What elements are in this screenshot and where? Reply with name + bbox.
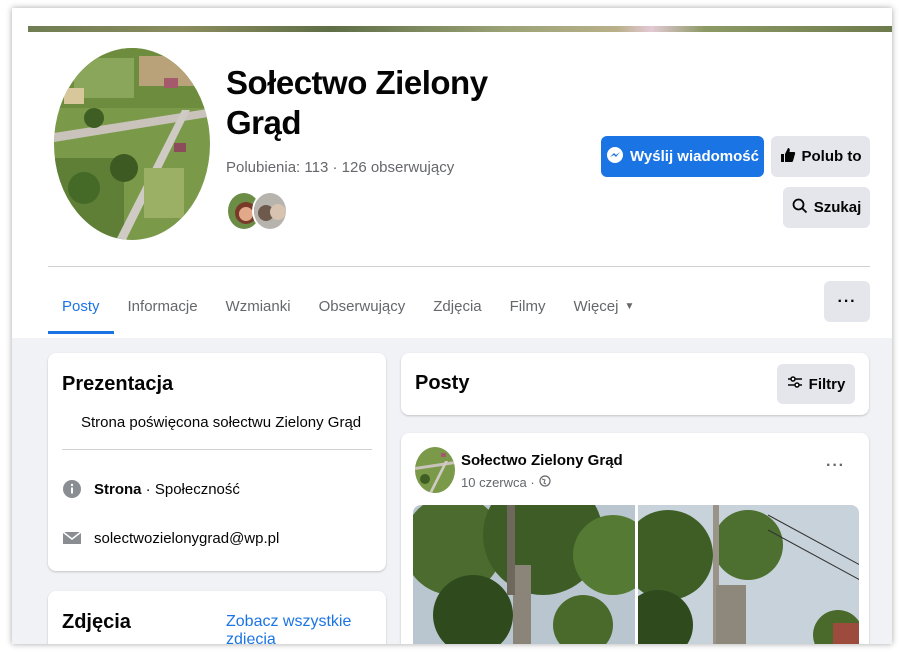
post-author-avatar[interactable] (415, 447, 455, 493)
follower-avatars[interactable] (226, 191, 296, 231)
photos-title: Zdjęcia (62, 611, 131, 633)
tab-obserwujacy[interactable]: Obserwujący (305, 278, 420, 334)
page-title: Sołectwo Zielony Grąd (226, 64, 488, 141)
search-label: Szukaj (813, 199, 862, 216)
follower-avatar[interactable] (252, 191, 288, 231)
tab-informacje[interactable]: Informacje (114, 278, 212, 334)
filters-label: Filtry (808, 375, 846, 393)
intro-description: Strona poświęcona sołectwu Zielony Grąd (81, 414, 362, 431)
category-name: · Społeczność (141, 480, 240, 498)
posts-title: Posty (415, 372, 470, 394)
like-page-button[interactable]: Polub to (771, 136, 870, 177)
intro-title: Prezentacja (62, 373, 174, 395)
globe-icon (539, 475, 551, 490)
envelope-icon (62, 528, 82, 548)
divider (48, 266, 870, 267)
tab-label: Zdjęcia (433, 297, 482, 315)
filters-button[interactable]: Filtry (777, 364, 855, 404)
post-photo[interactable] (413, 505, 635, 644)
category-type: Strona (94, 480, 142, 498)
tab-label: Informacje (127, 297, 198, 315)
tab-filmy[interactable]: Filmy (496, 278, 560, 334)
post-timestamp[interactable]: 10 czerwca · (461, 475, 551, 490)
tab-wzmianki[interactable]: Wzmianki (212, 278, 305, 334)
caret-down-icon: ▼ (624, 300, 635, 312)
like-label: Polub to (801, 148, 862, 165)
messenger-icon (606, 146, 624, 168)
page-tabs: Posty Informacje Wzmianki Obserwujący Zd… (48, 278, 648, 334)
post-card: Sołectwo Zielony Grąd 10 czerwca · ··· (401, 433, 869, 644)
photos-card: Zdjęcia Zobacz wszystkie zdjęcia (48, 591, 386, 644)
search-button[interactable]: Szukaj (783, 187, 870, 228)
tab-wiecej[interactable]: Więcej ▼ (559, 278, 648, 334)
post-options-button[interactable]: ··· (826, 457, 845, 475)
tab-label: Filmy (509, 297, 546, 315)
tab-label: Wzmianki (225, 297, 291, 315)
post-photo-grid (413, 505, 859, 644)
send-message-label: Wyślij wiadomość (630, 148, 759, 165)
tab-label: Posty (62, 297, 100, 315)
thumbs-up-icon (780, 147, 796, 167)
filters-icon (787, 375, 803, 393)
browser-window: Sołectwo Zielony Grąd Polubienia: 113 · … (12, 8, 892, 644)
page-stats[interactable]: Polubienia: 113 · 126 obserwujący (226, 159, 454, 176)
post-author-name[interactable]: Sołectwo Zielony Grąd (461, 452, 623, 469)
posts-header-card: Posty Filtry (401, 353, 869, 415)
more-options-button[interactable]: ··· (824, 281, 870, 322)
profile-avatar[interactable] (52, 46, 212, 242)
category-row: Strona · Społeczność (62, 479, 240, 499)
tab-posty[interactable]: Posty (48, 278, 114, 334)
post-photo[interactable] (637, 505, 859, 644)
tab-zdjecia[interactable]: Zdjęcia (419, 278, 495, 334)
tab-label: Obserwujący (318, 297, 406, 315)
info-icon (62, 479, 82, 499)
email-address[interactable]: solectwozielonygrad@wp.pl (94, 530, 279, 547)
send-message-button[interactable]: Wyślij wiadomość (601, 136, 764, 177)
cover-photo[interactable] (28, 26, 892, 32)
search-icon (792, 198, 808, 218)
email-row[interactable]: solectwozielonygrad@wp.pl (62, 528, 279, 548)
tab-label: Więcej (573, 297, 619, 315)
post-date-text: 10 czerwca · (461, 475, 535, 490)
divider (62, 449, 372, 450)
see-all-photos-link[interactable]: Zobacz wszystkie zdjęcia (226, 613, 386, 644)
